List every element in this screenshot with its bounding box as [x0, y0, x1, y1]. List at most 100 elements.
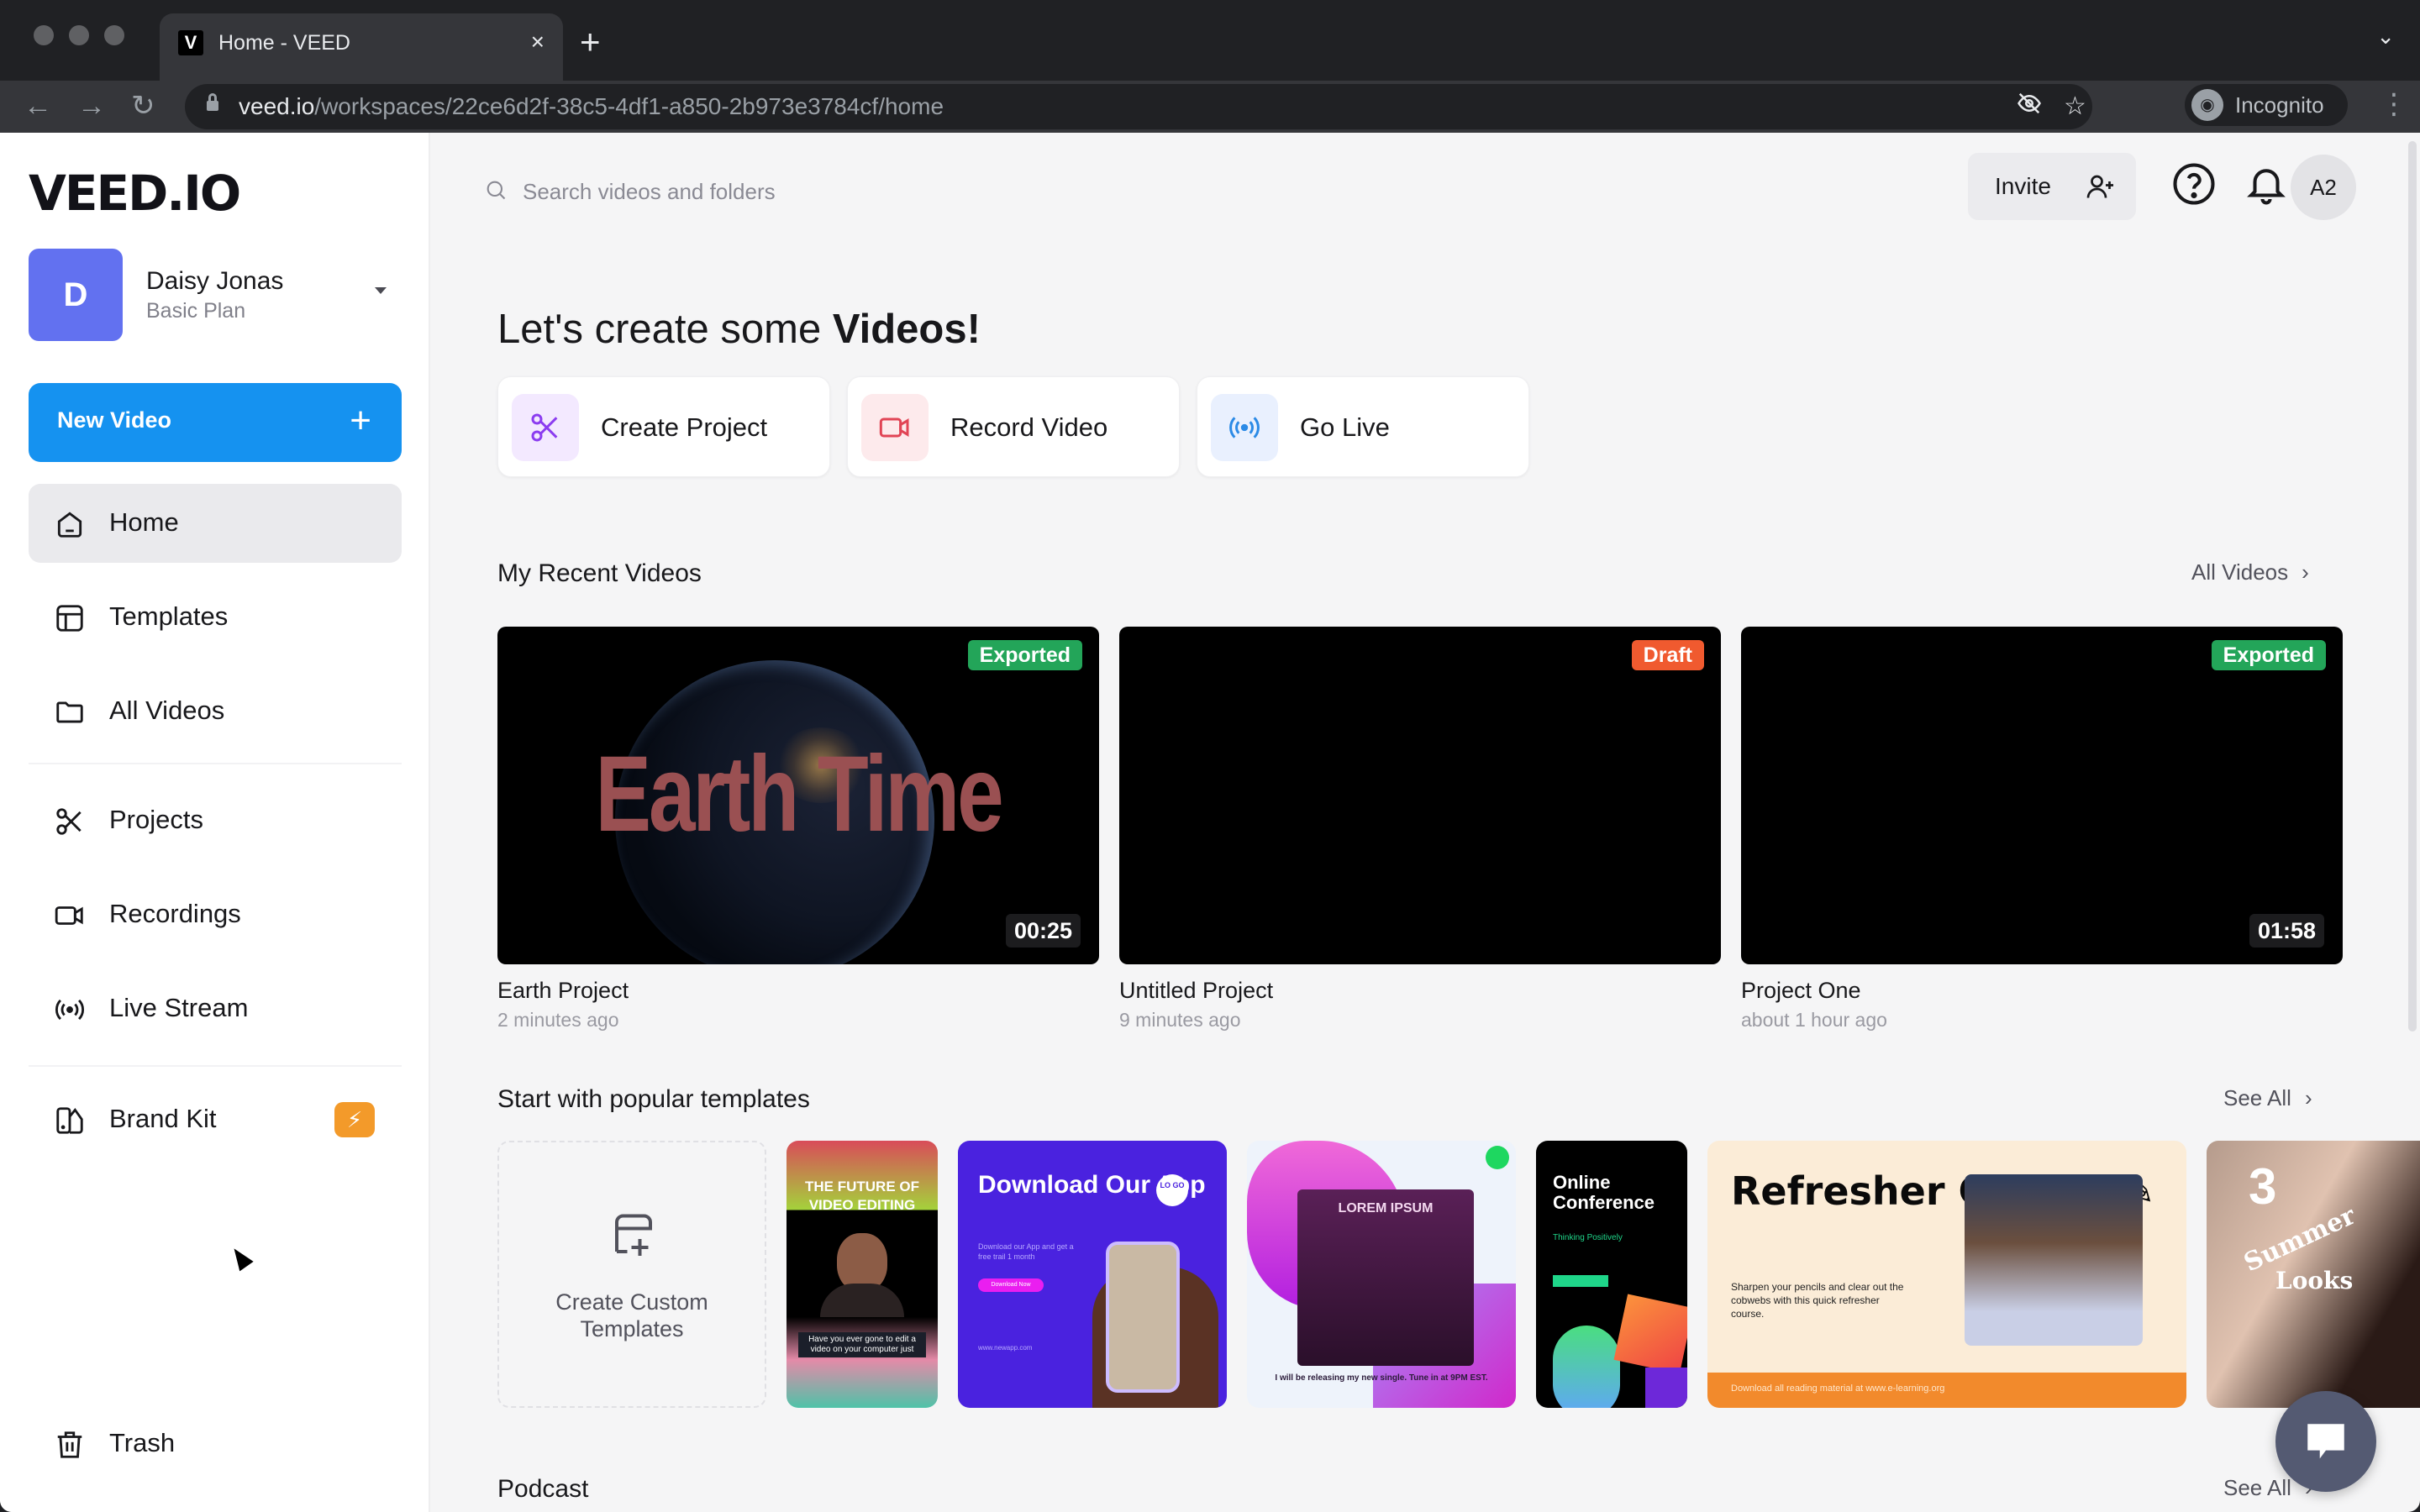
browser-toolbar: ← → ↻ veed.io/workspaces/22ce6d2f-38c5-4… [0, 81, 2420, 195]
template-title: LOREM IPSUM [1338, 1201, 1434, 1215]
record-video-button[interactable]: Record Video [847, 376, 1180, 477]
thumbnail-title: Earth Time [595, 734, 1004, 854]
workspace-user-name: Daisy Jonas [146, 267, 284, 295]
browser-tab[interactable]: V Home - VEED × [160, 13, 563, 81]
url-host: veed.io [239, 93, 315, 119]
template-title-line: Looks [2275, 1267, 2354, 1294]
incognito-indicator[interactable]: ◉ Incognito [2185, 84, 2348, 126]
support-chat-button[interactable] [2275, 1391, 2376, 1492]
action-icon-bg [861, 394, 929, 461]
all-videos-link[interactable]: All Videos › [2191, 559, 2309, 585]
sidebar-item-label: All Videos [109, 696, 225, 725]
sidebar-item-recordings[interactable]: Recordings [29, 875, 402, 954]
decorative-shape [1553, 1326, 1620, 1408]
close-tab-icon[interactable]: × [531, 27, 544, 57]
recent-videos-heading: My Recent Videos [497, 559, 702, 587]
address-bar[interactable]: veed.io/workspaces/22ce6d2f-38c5-4df1-a8… [185, 84, 2092, 129]
veed-logo[interactable]: VEED.IO [29, 165, 241, 222]
add-template-icon [615, 1214, 652, 1256]
template-theme: Thinking Positively [1553, 1233, 1623, 1242]
search-input[interactable] [523, 175, 1111, 208]
phone-image [1106, 1242, 1180, 1393]
create-project-button[interactable]: Create Project [497, 376, 830, 477]
presenter-body-image [820, 1284, 904, 1317]
video-thumbnail[interactable]: Exported 01:58 [1741, 627, 2343, 964]
template-card-lorem-ipsum-music[interactable]: LOREM IPSUM I will be releasing my new s… [1247, 1141, 1516, 1408]
video-title[interactable]: Project One [1741, 978, 2343, 1004]
template-card-refresher-course[interactable]: Refresher Course ✎ Sharpen your pencils … [1707, 1141, 2186, 1408]
scissors-icon [531, 413, 558, 442]
video-card[interactable]: Draft Untitled Project 9 minutes ago [1119, 627, 1721, 1032]
go-live-button[interactable]: Go Live [1197, 376, 1529, 477]
sidebar-item-live-stream[interactable]: Live Stream [29, 969, 402, 1048]
workspace-switcher[interactable]: D Daisy Jonas Basic Plan [29, 249, 398, 341]
browser-chrome: V Home - VEED × + ⌄ ← → ↻ veed.io/worksp… [0, 0, 2420, 195]
back-button[interactable]: ← [24, 87, 52, 124]
lock-icon[interactable] [207, 93, 218, 113]
reload-button[interactable]: ↻ [131, 87, 155, 124]
sidebar-item-trash[interactable]: Trash [29, 1404, 402, 1483]
sidebar-item-label: Trash [109, 1428, 176, 1457]
video-title[interactable]: Untitled Project [1119, 978, 1721, 1004]
templates-see-all-link[interactable]: See All › [2223, 1085, 2312, 1111]
template-card-summer-looks[interactable]: 3 Summer Looks [2207, 1141, 2420, 1408]
sidebar-item-templates[interactable]: Templates [29, 578, 402, 657]
upgrade-bolt-icon[interactable]: ⚡ [334, 1102, 375, 1137]
tab-search-icon[interactable]: ⌄ [2376, 24, 2395, 50]
chevron-right-icon: › [2302, 559, 2309, 585]
chat-bubble-icon [2307, 1424, 2344, 1459]
vertical-scrollbar[interactable] [2408, 141, 2417, 1032]
invite-button[interactable]: Invite [1968, 153, 2136, 220]
veed-favicon-icon: V [178, 30, 203, 55]
help-icon[interactable] [2171, 161, 2217, 207]
template-caption: I will be releasing my new single. Tune … [1275, 1373, 1488, 1383]
sidebar-item-projects[interactable]: Projects [29, 781, 402, 860]
maximize-window-button[interactable] [104, 25, 124, 45]
sidebar-item-home[interactable]: Home [29, 484, 402, 563]
template-caption: Have you ever gone to edit a video on yo… [798, 1332, 926, 1357]
sidebar: VEED.IO D Daisy Jonas Basic Plan New Vid… [0, 133, 430, 1512]
new-tab-button[interactable]: + [580, 20, 601, 64]
folder-icon [56, 701, 83, 723]
template-card-future-of-video-editing[interactable]: THE FUTURE OF VIDEO EDITING Have you eve… [786, 1141, 938, 1408]
sidebar-item-brand-kit[interactable]: Brand Kit ⚡ [29, 1080, 402, 1159]
page-title-emphasis: Videos! [832, 307, 981, 352]
all-videos-link-label: All Videos [2191, 559, 2289, 585]
duration-badge: 00:25 [1005, 914, 1081, 948]
new-video-button[interactable]: New Video + [29, 383, 402, 462]
video-title[interactable]: Earth Project [497, 978, 1099, 1004]
scissors-icon [56, 808, 82, 835]
template-card-online-conference[interactable]: Online Conference Thinking Positively [1536, 1141, 1687, 1408]
label-line: Templates [580, 1316, 684, 1341]
new-video-label: New Video [57, 407, 172, 433]
page-title: Let's create some Videos! [497, 306, 981, 353]
template-card-download-our-app[interactable]: Download Our App LO GO Download our App … [958, 1141, 1227, 1408]
sidebar-item-all-videos[interactable]: All Videos [29, 672, 402, 751]
decorative-shape [1645, 1368, 1687, 1408]
sidebar-divider [29, 1065, 402, 1067]
minimize-window-button[interactable] [69, 25, 89, 45]
video-card[interactable]: Earth Time Exported 00:25 Earth Project … [497, 627, 1099, 1032]
create-custom-template-card[interactable]: Create Custom Templates [497, 1141, 766, 1408]
bookmark-star-icon[interactable]: ☆ [2064, 91, 2086, 123]
sidebar-item-label: Templates [109, 601, 229, 631]
user-avatar[interactable]: A2 [2291, 155, 2356, 220]
url-text[interactable]: veed.io/workspaces/22ce6d2f-38c5-4df1-a8… [239, 92, 944, 121]
video-thumbnail[interactable]: Earth Time Exported 00:25 [497, 627, 1099, 964]
video-thumbnail[interactable]: Draft [1119, 627, 1721, 964]
home-icon [57, 512, 82, 538]
sidebar-divider [29, 763, 402, 764]
eye-off-icon[interactable] [2017, 91, 2042, 124]
notifications-bell-icon[interactable] [2244, 161, 2289, 207]
template-title: Online Conference [1553, 1172, 1655, 1213]
caret-down-icon [375, 287, 387, 294]
video-card[interactable]: Exported 01:58 Project One about 1 hour … [1741, 627, 2343, 1032]
forward-button[interactable]: → [77, 87, 106, 124]
sidebar-item-label: Live Stream [109, 993, 249, 1022]
logo-placeholder: LO GO [1156, 1174, 1188, 1206]
browser-menu-icon[interactable]: ⋮ [2380, 86, 2408, 123]
podcast-heading: Podcast [497, 1475, 589, 1503]
action-label: Create Project [601, 412, 768, 442]
search-bar[interactable] [484, 166, 1156, 217]
close-window-button[interactable] [34, 25, 54, 45]
